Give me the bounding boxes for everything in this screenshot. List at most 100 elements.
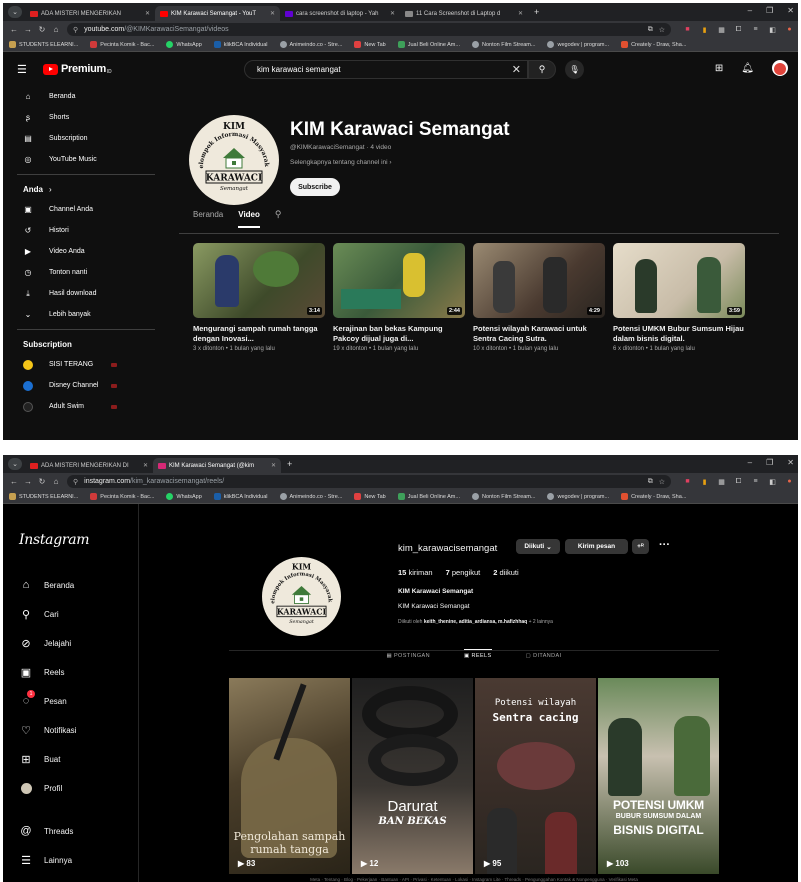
tab-video[interactable]: Video [238,210,260,228]
clear-search-icon[interactable]: ✕ [512,63,521,76]
following-button[interactable]: Diikuti ⌄ [516,539,560,554]
extension-icon[interactable]: ▦ [715,477,728,487]
extensions-puzzle-icon[interactable]: ⧠ [732,477,745,487]
browser-tab-active[interactable]: KIM Karawaci Semangat - YouT ✕ [155,6,280,21]
bookmark-item[interactable]: STUDENTS ELEARNI... [9,493,78,500]
search-button[interactable]: ⚲ [528,60,556,79]
extension-icon[interactable]: ▮ [698,477,711,487]
reload-icon[interactable]: ↻ [35,477,49,486]
reel-tile[interactable]: Darurat BAN BEKAS ▶ 12 [352,678,473,874]
bookmark-item[interactable]: wegodev | program... [547,41,609,48]
browser-tab[interactable]: ADA MISTERI MENGERIKAN ✕ [25,6,155,21]
bookmark-item[interactable]: STUDENTS ELEARNI... [9,41,78,48]
stat-following[interactable]: 2 diikuti [493,568,518,577]
bookmark-item[interactable]: wegodev | program... [547,493,609,500]
site-info-icon[interactable]: ⚲ [73,26,78,34]
nav-item-beranda[interactable]: ⌂ Beranda [19,578,75,592]
close-icon[interactable]: ✕ [142,10,150,17]
sidebar-item-history[interactable]: ↺ Histori [3,220,163,241]
url-bar[interactable]: ⚲ youtube.com/@KIMKarawaciSemangat/video… [67,23,671,36]
minimize-icon[interactable]: – [748,458,752,467]
tab-tagged[interactable]: ▢ DITANDAI [526,653,562,659]
close-icon[interactable]: ✕ [387,10,395,17]
bookmark-item[interactable]: Animeindo.co - Stre... [279,41,342,48]
bell-icon[interactable]: 🔔︎ [741,63,754,74]
bookmark-item[interactable]: Pecinta Komik - Bac... [90,493,154,500]
forward-icon[interactable]: → [21,477,35,486]
channel-more-link[interactable]: Selengkapnya tentang channel ini › [290,159,392,166]
video-title[interactable]: Kerajinan ban bekas Kampung Pakcoy dijua… [333,324,465,344]
forward-icon[interactable]: → [21,25,35,34]
minimize-icon[interactable]: – [748,6,752,15]
nav-item-threads[interactable]: @ Threads [19,824,73,838]
maximize-icon[interactable]: ❐ [766,458,773,467]
reel-tile[interactable]: Potensi wilayah Sentra cacing ▶ 95 [475,678,596,874]
sidepanel-icon[interactable]: ◧ [766,25,779,35]
nav-item-cari[interactable]: ⚲ Cari [19,607,59,621]
reload-icon[interactable]: ↻ [35,25,49,34]
video-thumbnail[interactable]: 4:29 [473,243,605,318]
new-tab-icon[interactable]: + [528,7,545,17]
bookmark-item[interactable]: Pecinta Komik - Bac... [90,41,154,48]
search-icon[interactable]: ⚲ [275,209,282,220]
bookmark-item[interactable]: Jual Beli Online Am... [397,493,460,500]
followed-by-line[interactable]: Diikuti oleh keith_thenine, aditia_ardia… [398,619,553,625]
close-icon[interactable]: ✕ [267,10,275,17]
tab-posts[interactable]: ▦ POSTINGAN [386,653,430,659]
bookmark-item[interactable]: New Tab [354,41,386,48]
bookmark-item[interactable]: WhatsApp [166,493,202,500]
sidebar-item-channel[interactable]: ▣ Channel Anda [3,199,163,220]
bookmark-item[interactable]: Creately - Draw, Sha... [621,493,686,500]
bookmark-item[interactable]: Creately - Draw, Sha... [621,41,686,48]
video-title[interactable]: Mengurangi sampah rumah tangga dengan In… [193,324,325,344]
profile-icon[interactable]: ● [783,477,796,487]
nav-item-reels[interactable]: ▣ Reels [19,665,65,679]
nav-item-buat[interactable]: ⊞ Buat [19,752,60,766]
footer-links[interactable]: Meta · Tentang · Blog · Pekerjaan · Bant… [229,877,719,882]
subscription-item[interactable]: Disney Channel [3,375,163,396]
back-icon[interactable]: ← [7,477,21,486]
close-window-icon[interactable]: ✕ [787,6,794,15]
bookmark-item[interactable]: Jual Beli Online Am... [397,41,460,48]
bookmark-star-icon[interactable]: ☆ [659,26,665,34]
close-icon[interactable]: ✕ [140,462,148,469]
browser-tab[interactable]: 11 Cara Screenshot di Laptop d ✕ [400,6,528,21]
browser-tab[interactable]: cara screenshot di laptop - Yah ✕ [280,6,400,21]
voice-search-button[interactable]: 🎙︎ [565,60,584,79]
more-options-icon[interactable]: ··· [659,539,670,551]
stat-posts[interactable]: 15 kiriman [398,568,433,577]
profile-icon[interactable]: ● [783,25,796,35]
stat-followers[interactable]: 7 pengikut [446,568,481,577]
you-section-header[interactable]: Anda › [3,179,163,199]
subscription-item[interactable]: Adult Swim [3,396,163,417]
extensions-puzzle-icon[interactable]: ⧠ [732,25,745,35]
sidebar-item-watch-later[interactable]: ◷ Tonton nanti [3,262,163,283]
nav-item-lainnya[interactable]: ☰ Lainnya [19,853,72,867]
url-bar[interactable]: ⚲ instagram.com/kim_karawacisemangat/ree… [67,475,671,488]
video-card[interactable]: 3:14 Mengurangi sampah rumah tangga deng… [193,243,325,352]
tab-search-button[interactable]: ⌄ [8,6,22,18]
extension-icon[interactable]: ■ [681,25,694,35]
bookmark-item[interactable]: Nonton Film Stream... [471,41,535,48]
nav-item-profil[interactable]: Profil [19,781,62,795]
video-card[interactable]: 3:59 Potensi UMKM Bubur Sumsum Hijau dal… [613,243,745,352]
nav-item-jelajahi[interactable]: ⊘ Jelajahi [19,636,71,650]
search-input[interactable]: kim karawaci semangat ✕ [244,60,528,79]
avatar[interactable] [772,60,788,76]
subscription-item[interactable]: SISI TERANG [3,354,163,375]
sidebar-item-shorts[interactable]: ʂ Shorts [3,107,163,128]
instagram-logo[interactable]: Instagram [19,532,90,548]
channel-avatar[interactable]: KIM Kelompok Informasi Masyarakat KARAWA… [189,115,279,205]
extension-icon[interactable]: ▮ [698,25,711,35]
site-info-icon[interactable]: ⚲ [73,478,78,486]
suggest-user-button[interactable]: +ᴿ [632,539,649,554]
profile-avatar[interactable]: KIM Kelompok Informasi Masyarakat KARAWA… [262,557,341,636]
bookmark-item[interactable]: WhatsApp [166,41,202,48]
youtube-logo[interactable]: Premium ID [43,63,112,75]
browser-tab-active[interactable]: KIM Karawaci Semangat (@kim ✕ [153,458,281,473]
video-thumbnail[interactable]: 3:14 [193,243,325,318]
back-icon[interactable]: ← [7,25,21,34]
video-card[interactable]: 4:29 Potensi wilayah Karawaci untuk Sent… [473,243,605,352]
tab-reels[interactable]: ▣ REELS [463,649,492,659]
bookmark-item[interactable]: klikBCA Individual [213,493,268,500]
